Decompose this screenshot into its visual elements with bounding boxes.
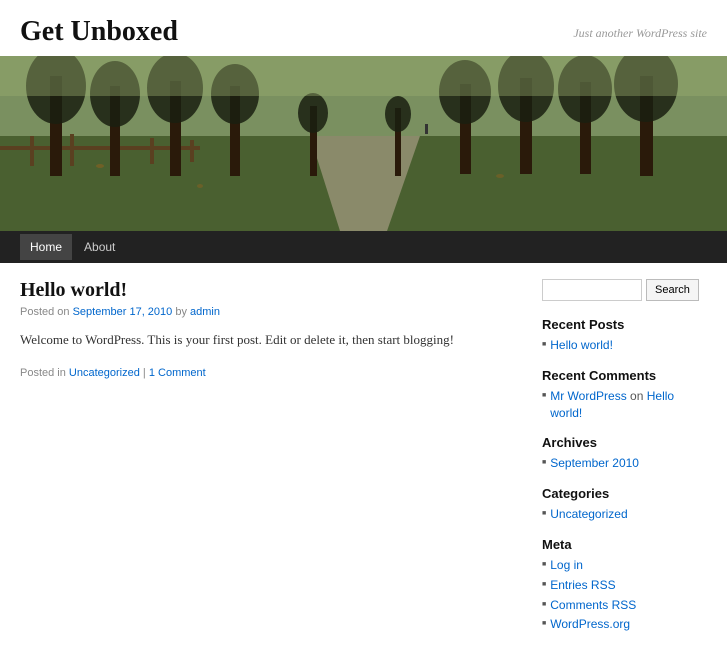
post-footer: Posted in Uncategorized | 1 Comment [20,367,522,379]
commenter-link[interactable]: Mr WordPress [550,389,626,403]
post-comments-link[interactable]: 1 Comment [149,367,206,379]
main-nav: Home About [0,231,727,263]
sidebar: Search Recent Posts Hello world! Recent … [542,279,707,647]
post-title: Hello world! [20,279,522,302]
search-box: Search [542,279,707,301]
recent-comments-heading: Recent Comments [542,368,707,383]
post-date[interactable]: September 17, 2010 [73,306,173,318]
nav-item-home[interactable]: Home [20,234,72,260]
meta-comments-rss-link[interactable]: Comments RSS [550,597,636,614]
list-item: Comments RSS [542,597,707,614]
nav-item-about[interactable]: About [74,234,125,260]
post-author[interactable]: admin [190,306,220,318]
archives-heading: Archives [542,435,707,450]
list-item: Hello world! [542,337,707,354]
hero-image [0,56,727,231]
site-title: Get Unboxed [20,16,178,48]
recent-comments-section: Recent Comments Mr WordPress on Hello wo… [542,368,707,422]
recent-comments-list: Mr WordPress on Hello world! [542,388,707,422]
meta-wordpress-link[interactable]: WordPress.org [550,616,630,633]
meta-entries-rss-link[interactable]: Entries RSS [550,577,615,594]
post-category[interactable]: Uncategorized [69,367,140,379]
search-input[interactable] [542,279,642,301]
categories-section: Categories Uncategorized [542,486,707,523]
meta-login-link[interactable]: Log in [550,557,583,574]
list-item: WordPress.org [542,616,707,633]
search-button[interactable]: Search [646,279,699,301]
categories-heading: Categories [542,486,707,501]
content-area: Hello world! Posted on September 17, 201… [0,263,727,663]
list-item: Entries RSS [542,577,707,594]
archives-list: September 2010 [542,455,707,472]
meta-heading: Meta [542,537,707,552]
archive-link[interactable]: September 2010 [550,455,639,472]
list-item: Log in [542,557,707,574]
recent-post-link[interactable]: Hello world! [550,337,613,354]
post-meta: Posted on September 17, 2010 by admin [20,306,522,318]
archives-section: Archives September 2010 [542,435,707,472]
recent-posts-heading: Recent Posts [542,317,707,332]
list-item: September 2010 [542,455,707,472]
recent-posts-section: Recent Posts Hello world! [542,317,707,354]
meta-list: Log in Entries RSS Comments RSS WordPres… [542,557,707,633]
post-body: Welcome to WordPress. This is your first… [20,330,522,351]
site-tagline: Just another WordPress site [573,26,707,41]
list-item: Uncategorized [542,506,707,523]
recent-posts-list: Hello world! [542,337,707,354]
list-item: Mr WordPress on Hello world! [542,388,707,422]
meta-section: Meta Log in Entries RSS Comments RSS Wor… [542,537,707,633]
site-header: Get Unboxed Just another WordPress site [0,0,727,56]
categories-list: Uncategorized [542,506,707,523]
category-link[interactable]: Uncategorized [550,506,627,523]
main-content: Hello world! Posted on September 17, 201… [20,279,522,647]
